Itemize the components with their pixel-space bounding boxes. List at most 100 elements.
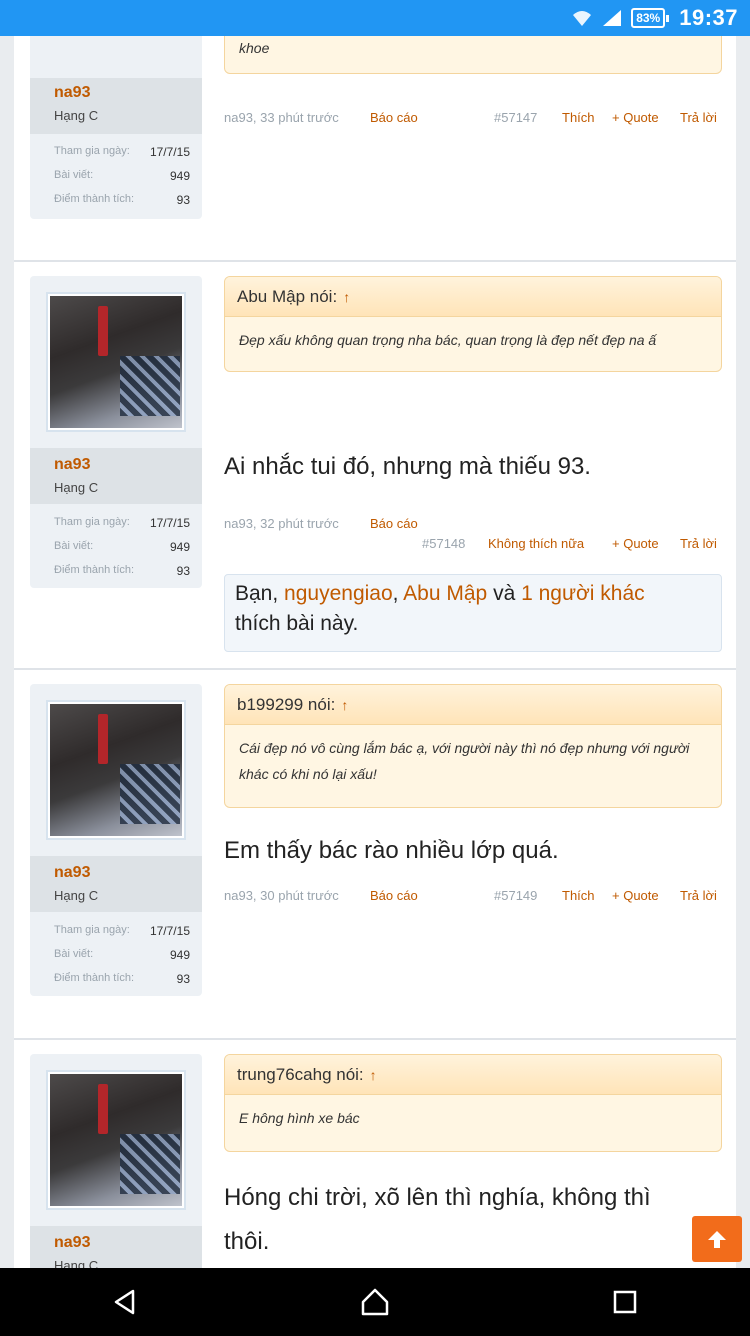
quote-link[interactable]: + Quote <box>612 536 659 551</box>
stat-value: 17/7/15 <box>149 145 190 159</box>
username-link[interactable]: na93 <box>54 1234 90 1252</box>
stat-label: Điểm thành tích: <box>54 193 135 205</box>
stat-value: 93 <box>176 193 190 207</box>
reply-link[interactable]: Trả lời <box>680 110 717 125</box>
scroll-to-top-button[interactable] <box>692 1216 742 1262</box>
user-card: na93 Hạng C Tham gia ngày: 17/7/15 Bài vi… <box>30 36 202 219</box>
stat-value: 17/7/15 <box>149 924 190 938</box>
arrow-up-icon[interactable]: ↑ <box>343 289 350 305</box>
stat-points: Điểm thành tích: 93 <box>54 193 190 207</box>
stat-label: Bài viết: <box>54 948 94 960</box>
likers-more-link[interactable]: 1 người khác <box>521 582 645 605</box>
arrow-up-icon[interactable]: ↑ <box>370 1067 377 1083</box>
stat-posts: Bài viết: 949 <box>54 948 190 962</box>
avatar[interactable] <box>46 292 186 432</box>
likes-summary: Bạn, nguyengiao, Abu Mập và 1 người khác… <box>224 574 722 652</box>
thread-content: na93 Hạng C Tham gia ngày: 17/7/15 Bài vi… <box>0 36 750 1268</box>
quote-text: Cái đẹp nó vô cùng lắm bác ạ, với người … <box>239 740 690 782</box>
status-bar: 83% 19:37 <box>0 0 750 36</box>
stat-value: 93 <box>176 564 190 578</box>
arrow-up-icon[interactable]: ↑ <box>341 697 348 713</box>
like-link[interactable]: Thích <box>562 888 595 903</box>
stat-label: Tham gia ngày: <box>54 516 130 528</box>
username-link[interactable]: na93 <box>54 864 90 882</box>
quote-author: b199299 nói: <box>237 694 336 714</box>
stat-points: Điểm thành tích: 93 <box>54 564 190 578</box>
post-id-link[interactable]: #57148 <box>422 536 465 551</box>
post: na93 Hạng C Tham gia ngày: 17/7/15 Bài vi… <box>14 670 736 1040</box>
post-meta: na93, 32 phút trước Báo cáo <box>224 516 722 536</box>
home-icon <box>361 1288 389 1316</box>
quote-text: E hông hình xe bác <box>239 1110 360 1126</box>
home-button[interactable] <box>345 1272 405 1332</box>
user-card: na93 Hạng C Tham gia ngày: 17/7/15 Bài vi… <box>30 684 202 996</box>
post-message: Hóng chi trời, xõ lên thì nghía, không t… <box>224 1184 651 1255</box>
stat-label: Điểm thành tích: <box>54 564 135 576</box>
unlike-link[interactable]: Không thích nữa <box>488 536 584 551</box>
like-link[interactable]: Thích <box>562 110 595 125</box>
signal-icon <box>603 10 622 26</box>
recent-apps-button[interactable] <box>595 1272 655 1332</box>
username-link[interactable]: na93 <box>54 84 90 102</box>
stat-value: 949 <box>169 169 190 183</box>
post-id-link[interactable]: #57147 <box>494 110 537 125</box>
stat-label: Tham gia ngày: <box>54 145 130 157</box>
stat-joined: Tham gia ngày: 17/7/15 <box>54 924 190 938</box>
post: na93 Hạng C trung76cahg nói: ↑ E hông hì… <box>14 1040 736 1268</box>
post: na93 Hạng C Tham gia ngày: 17/7/15 Bài vi… <box>14 262 736 670</box>
user-rank: Hạng C <box>54 108 99 123</box>
post-author-time: na93, 30 phút trước <box>224 888 339 903</box>
report-link[interactable]: Báo cáo <box>370 110 418 125</box>
liker-link[interactable]: nguyengiao <box>284 582 393 605</box>
quote-text: khoe <box>239 40 270 56</box>
quote-block: trung76cahg nói: ↑ E hông hình xe bác <box>224 1054 722 1152</box>
quote-author: Abu Mập nói: <box>237 286 338 306</box>
stat-posts: Bài viết: 949 <box>54 169 190 183</box>
post-message: Ai nhắc tui đó, nhưng mà thiếu 93. <box>224 453 591 480</box>
likes-suffix: thích bài này. <box>235 612 359 635</box>
user-rank: Hạng C <box>54 1258 99 1268</box>
stat-value: 17/7/15 <box>149 516 190 530</box>
likes-sep: , <box>392 582 404 605</box>
quote-link[interactable]: + Quote <box>612 888 659 903</box>
report-link[interactable]: Báo cáo <box>370 516 418 531</box>
quote-author: trung76cahg nói: <box>237 1064 364 1084</box>
clock: 19:37 <box>679 5 738 30</box>
avatar[interactable] <box>46 700 186 840</box>
thread-list: na93 Hạng C Tham gia ngày: 17/7/15 Bài vi… <box>14 36 736 1268</box>
quote-header: b199299 nói: ↑ <box>225 685 721 725</box>
quote-block: khoe <box>224 36 722 74</box>
quote-block: b199299 nói: ↑ Cái đẹp nó vô cùng lắm bá… <box>224 684 722 808</box>
quote-link[interactable]: + Quote <box>612 110 659 125</box>
avatar[interactable] <box>46 1070 186 1210</box>
post-message: Em thấy bác rào nhiều lớp quá. <box>224 837 559 864</box>
likes-prefix: Bạn, <box>235 582 285 605</box>
back-button[interactable] <box>95 1272 155 1332</box>
arrow-up-icon <box>708 1231 726 1248</box>
post-meta: na93, 30 phút trước Báo cáo #57149 Thích… <box>224 888 722 908</box>
navigation-bar <box>0 1268 750 1336</box>
reply-link[interactable]: Trả lời <box>680 888 717 903</box>
username-link[interactable]: na93 <box>54 456 90 474</box>
stat-value: 949 <box>169 540 190 554</box>
battery-indicator: 83% <box>631 8 670 28</box>
user-card: na93 Hạng C <box>30 1054 202 1268</box>
post-author-time: na93, 32 phút trước <box>224 516 339 531</box>
user-rank: Hạng C <box>54 888 99 903</box>
stat-points: Điểm thành tích: 93 <box>54 972 190 986</box>
liker-link[interactable]: Abu Mập <box>403 582 487 605</box>
stat-label: Bài viết: <box>54 540 94 552</box>
post-actions: #57148 Không thích nữa + Quote Trả lời <box>224 536 722 556</box>
quote-text: Đẹp xấu không quan trọng nha bác, quan t… <box>239 332 657 348</box>
report-link[interactable]: Báo cáo <box>370 888 418 903</box>
user-card: na93 Hạng C Tham gia ngày: 17/7/15 Bài vi… <box>30 276 202 588</box>
stat-value: 949 <box>169 948 190 962</box>
post-id-link[interactable]: #57149 <box>494 888 537 903</box>
reply-link[interactable]: Trả lời <box>680 536 717 551</box>
quote-header: trung76cahg nói: ↑ <box>225 1055 721 1095</box>
post: na93 Hạng C Tham gia ngày: 17/7/15 Bài vi… <box>14 36 736 262</box>
back-icon <box>114 1289 135 1315</box>
stat-joined: Tham gia ngày: 17/7/15 <box>54 145 190 159</box>
stat-label: Bài viết: <box>54 169 94 181</box>
likes-and: và <box>487 582 522 605</box>
